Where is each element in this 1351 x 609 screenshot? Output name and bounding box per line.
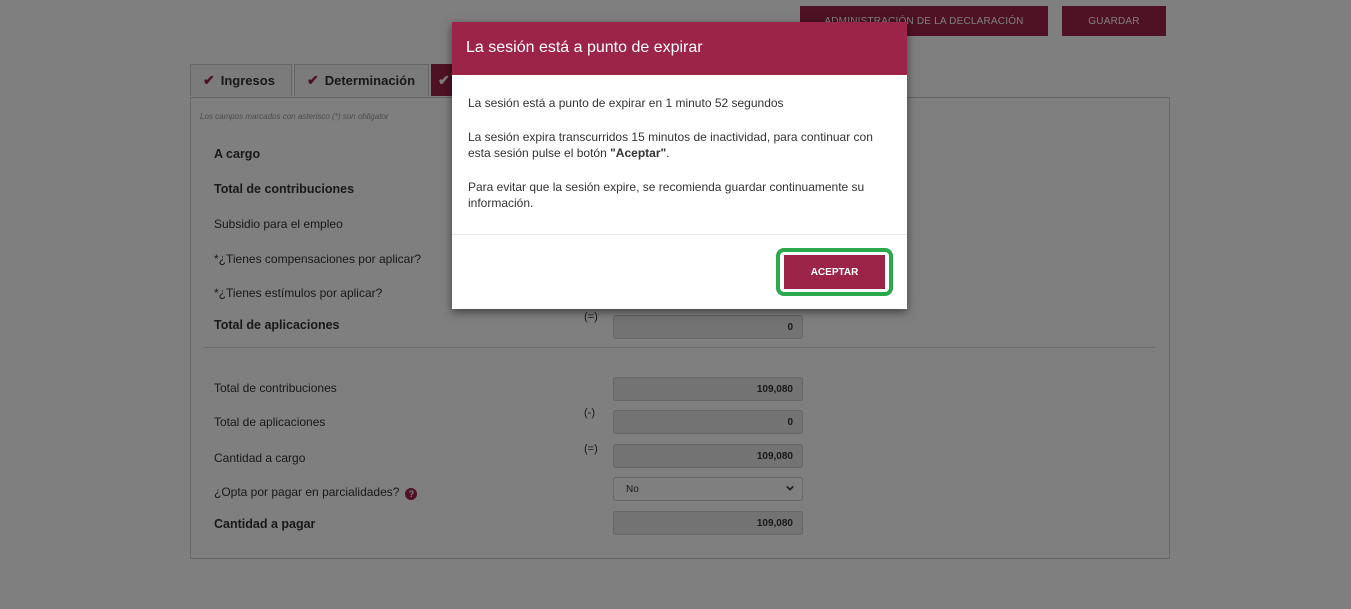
- dialog-info-accept-word: "Aceptar": [610, 146, 667, 160]
- dialog-footer: ACEPTAR: [452, 234, 907, 310]
- dialog-body: La sesión está a punto de expirar en 1 m…: [452, 75, 907, 211]
- dialog-recommendation-text: Para evitar que la sesión expire, se rec…: [468, 180, 865, 210]
- session-expiry-dialog: La sesión está a punto de expirar La ses…: [452, 22, 907, 309]
- dialog-info-suffix: .: [666, 146, 670, 160]
- dialog-info-prefix: La sesión expira transcurridos 15 minuto…: [468, 130, 873, 160]
- dialog-countdown-text: La sesión está a punto de expirar en 1 m…: [468, 96, 784, 110]
- dialog-info-text: La sesión expira transcurridos 15 minuto…: [468, 129, 891, 161]
- accept-button[interactable]: ACEPTAR: [784, 255, 885, 289]
- dialog-title: La sesión está a punto de expirar: [452, 22, 907, 75]
